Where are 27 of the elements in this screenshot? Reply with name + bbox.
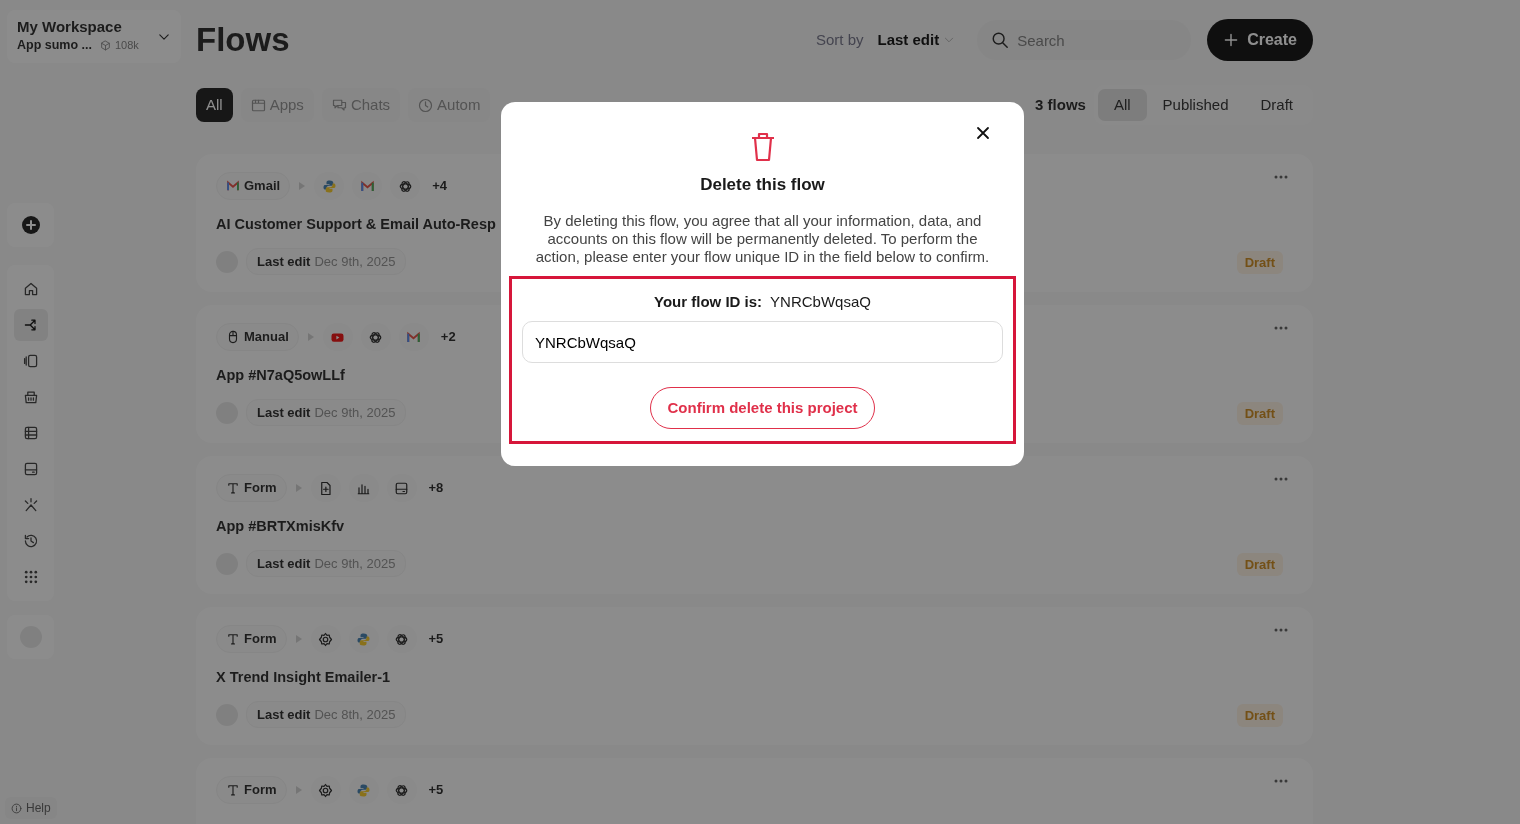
flow-title: X Trend Insight Emailer-1 (216, 668, 391, 687)
status-badge: Draft (1236, 552, 1283, 576)
dialog-title: Delete this flow (700, 174, 825, 196)
more-count: +5 (428, 630, 444, 649)
page-title: Flows (196, 20, 290, 60)
flow-title: App #N7aQ5owLLf (216, 366, 345, 385)
id-label: Your flow ID is: (654, 291, 763, 312)
edit-label: Last edit (257, 252, 311, 271)
more-count: +4 (432, 177, 447, 196)
flow-title: App #BRTXmisKfv (216, 517, 345, 536)
more-count: +2 (440, 328, 456, 347)
plan-name: App sumo ... (17, 37, 92, 55)
sort-label: Sort by (815, 29, 864, 50)
edit-label: Last edit (257, 705, 311, 724)
status-badge: Draft (1236, 401, 1283, 425)
workspace-name: My Workspace (17, 18, 123, 37)
status-badge: Draft (1236, 703, 1283, 727)
edit-label: Last edit (257, 403, 311, 422)
more-count: +8 (428, 479, 444, 498)
flow-count: 3 flows (1035, 94, 1086, 115)
id-value: YNRCbWqsaQ (770, 291, 871, 312)
status-badge: Draft (1236, 250, 1283, 274)
more-count: +5 (428, 781, 444, 800)
edit-label: Last edit (257, 554, 311, 573)
credit-count: 108k (115, 38, 139, 54)
dialog-message: By deleting this flow, you agree that all your information, data, and accounts on this flow will be permanently deleted. To perform the action, please enter your flow unique ID in the field below to confirm. (534, 211, 991, 266)
flow-title: AI Customer Support & Email Auto-Resp (216, 215, 496, 234)
